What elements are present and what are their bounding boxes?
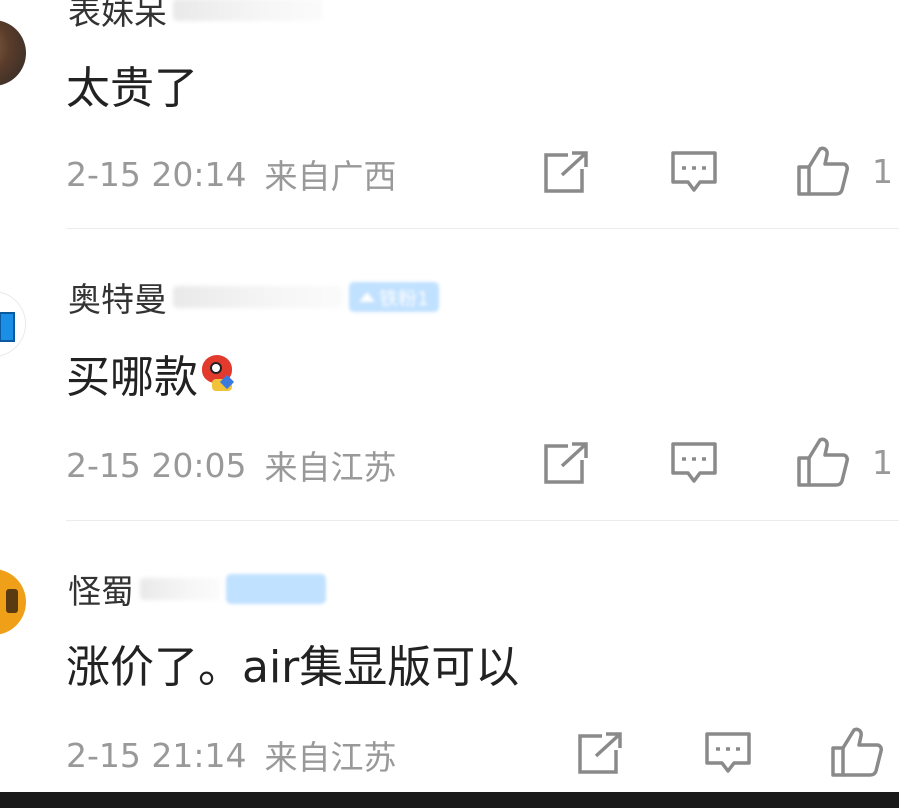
timestamp: 2-15 20:05 (66, 445, 247, 485)
like-button[interactable] (830, 727, 884, 777)
timestamp: 2-15 20:14 (66, 154, 247, 194)
comment-item: 表妹呆 太贵了 2-15 20:14 来自广西 1 (0, 0, 899, 228)
username-row: 怪蜀 (68, 567, 326, 611)
thumbs-up-icon (797, 437, 849, 487)
username[interactable]: 表妹呆 (68, 0, 167, 34)
avatar[interactable] (0, 20, 26, 86)
avatar[interactable] (0, 291, 26, 357)
location: 来自江苏 (264, 738, 397, 777)
fan-badge[interactable]: 铁粉1 (349, 282, 440, 312)
like-button[interactable]: 1 (796, 146, 893, 196)
username[interactable]: 奥特曼 (68, 273, 167, 321)
share-button[interactable] (542, 439, 590, 489)
redacted-area (173, 0, 323, 21)
share-icon (578, 732, 622, 774)
arrow-up-icon (359, 292, 375, 302)
comment-meta: 2-15 20:05 来自江苏 (66, 443, 397, 488)
comment-text: 涨价了。air集显版可以 (66, 642, 520, 693)
weibo-eye-emoji-icon (200, 353, 240, 393)
reply-button[interactable] (670, 148, 718, 198)
comment-text: 买哪款 (66, 343, 240, 403)
redacted-area (173, 286, 343, 308)
username[interactable]: 怪蜀 (68, 565, 134, 613)
comment-meta: 2-15 20:14 来自广西 (66, 152, 397, 197)
comment-meta: 2-15 21:14 来自江苏 (66, 733, 397, 778)
location: 来自江苏 (264, 448, 397, 487)
reply-button[interactable] (670, 439, 718, 489)
comment-item: 奥特曼 铁粉1 买哪款 2-15 20:05 来自江苏 1 (0, 229, 899, 520)
share-button[interactable] (576, 729, 624, 779)
comment-icon (671, 442, 717, 483)
comment-text: 太贵了 (66, 63, 198, 114)
username-row: 奥特曼 铁粉1 (68, 273, 440, 321)
thumbs-up-icon (831, 727, 883, 777)
comment-item: 怪蜀 涨价了。air集显版可以 2-15 21:14 来自江苏 (0, 521, 899, 791)
redacted-area (140, 578, 220, 600)
like-count: 1 (872, 442, 893, 482)
fan-badge[interactable] (226, 574, 326, 604)
bottom-bar (0, 792, 899, 808)
comment-icon (705, 732, 751, 773)
thumbs-up-icon (797, 146, 849, 196)
like-button[interactable]: 1 (796, 437, 893, 487)
share-icon (544, 442, 588, 484)
avatar[interactable] (0, 569, 26, 635)
like-count: 1 (872, 151, 893, 191)
timestamp: 2-15 21:14 (66, 735, 247, 775)
location: 来自广西 (264, 157, 397, 196)
share-icon (544, 151, 588, 193)
username-row: 表妹呆 (68, 0, 323, 32)
share-button[interactable] (542, 148, 590, 198)
reply-button[interactable] (704, 729, 752, 779)
comment-icon (671, 151, 717, 192)
